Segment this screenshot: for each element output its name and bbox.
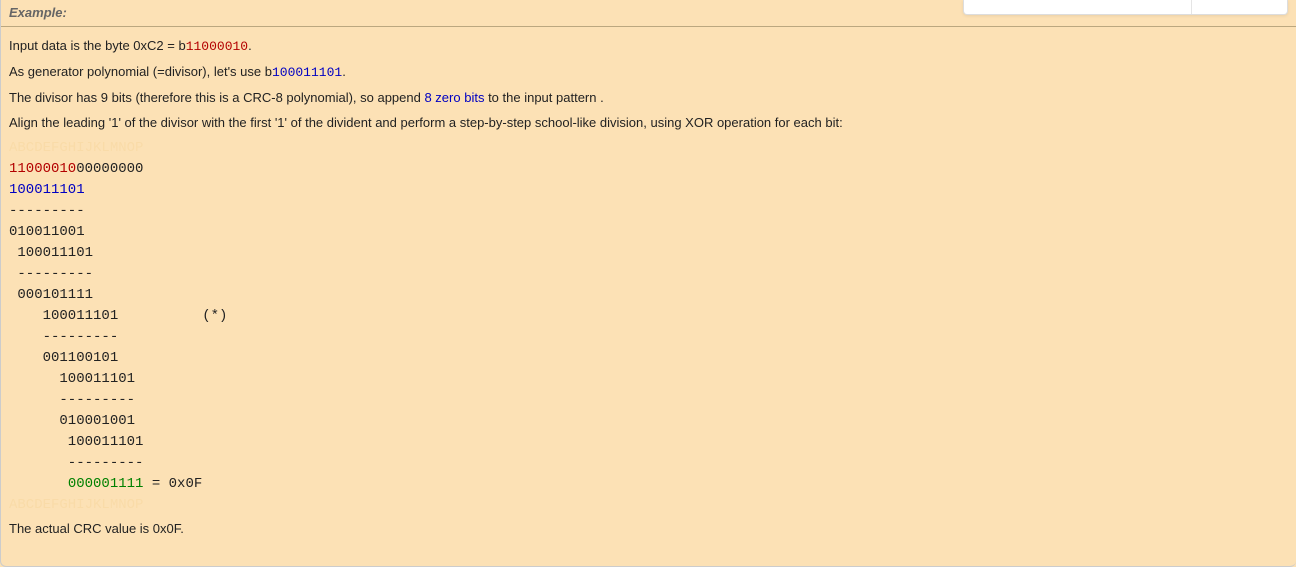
calculation-block: ABCDEFGHIJKLMNOP 1100001000000000 100011…	[9, 138, 1288, 516]
text-fragment: As generator polynomial (=divisor), let'…	[9, 64, 272, 79]
separator-row: ---------	[9, 266, 93, 282]
separator-row: ---------	[9, 392, 135, 408]
footer-text: The actual CRC value is 0x0F.	[9, 520, 1288, 539]
text-fragment: Input data is the byte 0xC2 = b	[9, 38, 186, 53]
zero-bits-text: 8 zero bits	[424, 90, 484, 105]
divisor-row: 100011101	[9, 371, 135, 387]
separator-row: ---------	[9, 203, 85, 219]
crc-result-bits: 000001111	[68, 476, 144, 492]
example-content: Input data is the byte 0xC2 = b11000010.…	[1, 27, 1296, 553]
padding-zeros: 00000000	[76, 161, 143, 177]
separator-row: ---------	[9, 329, 118, 345]
intro-line-4: Align the leading '1' of the divisor wit…	[9, 114, 1288, 133]
divisor-row: 100011101	[9, 245, 93, 261]
header-input-panel[interactable]	[963, 0, 1288, 15]
example-header: Example:	[1, 0, 1296, 27]
intro-line-2: As generator polynomial (=divisor), let'…	[9, 63, 1288, 83]
crc-result-hex: = 0x0F	[143, 476, 202, 492]
text-fragment: .	[248, 38, 252, 53]
text-fragment: to the input pattern .	[484, 90, 603, 105]
data-bits: 11000010	[9, 161, 76, 177]
result-row: 010001001	[9, 413, 135, 429]
separator-row: ---------	[9, 455, 143, 471]
result-row: 010011001	[9, 224, 85, 240]
intro-line-1: Input data is the byte 0xC2 = b11000010.	[9, 37, 1288, 57]
final-prefix	[9, 476, 68, 492]
text-fragment: The divisor has 9 bits (therefore this i…	[9, 90, 424, 105]
text-fragment: .	[342, 64, 346, 79]
divisor-row: 100011101	[9, 434, 143, 450]
column-footer: ABCDEFGHIJKLMNOP	[9, 497, 143, 513]
divisor-row: 100011101	[9, 182, 85, 198]
divisor-bits: 100011101	[272, 65, 342, 80]
column-header: ABCDEFGHIJKLMNOP	[9, 140, 143, 156]
example-label: Example:	[9, 5, 67, 26]
result-row: 000101111	[9, 287, 93, 303]
divisor-row: 100011101 (*)	[9, 308, 227, 324]
intro-line-3: The divisor has 9 bits (therefore this i…	[9, 89, 1288, 108]
result-row: 001100101	[9, 350, 118, 366]
input-bits: 11000010	[186, 39, 248, 54]
